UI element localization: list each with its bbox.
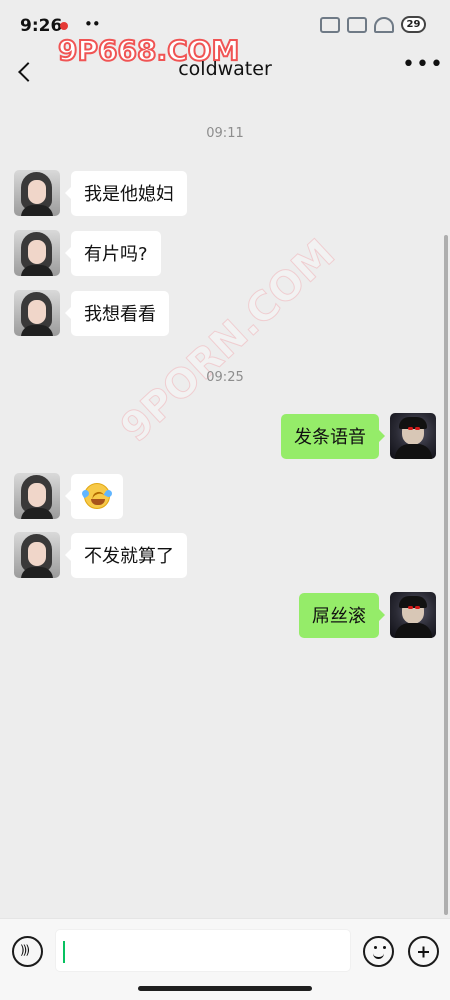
my-avatar[interactable] — [390, 413, 436, 459]
contact-avatar[interactable] — [14, 230, 60, 276]
tears-of-joy-emoji-icon — [80, 483, 114, 509]
message-row-received: 我想看看 — [14, 290, 169, 336]
message-bubble[interactable]: 不发就算了 — [65, 532, 187, 578]
message-row-received: 有片吗? — [14, 230, 161, 276]
chat-header: coldwater ••• — [0, 52, 450, 96]
contact-avatar[interactable] — [14, 290, 60, 336]
message-bubble[interactable]: 我是他媳妇 — [65, 170, 187, 216]
status-icons: 29 — [320, 16, 426, 33]
status-bar: 9:26 •• 29 — [0, 0, 450, 52]
wifi-icon — [374, 16, 394, 33]
message-bubble[interactable]: 有片吗? — [65, 230, 161, 276]
my-avatar[interactable] — [390, 592, 436, 638]
message-row-received: 我是他媳妇 — [14, 170, 187, 216]
message-bubble[interactable]: 发条语音 — [281, 413, 385, 459]
sim-icon — [347, 16, 367, 33]
signal-icon — [320, 16, 340, 33]
message-row-received — [14, 473, 123, 519]
contact-avatar[interactable] — [14, 170, 60, 216]
notification-icon — [60, 22, 68, 30]
scrollbar[interactable] — [444, 235, 448, 915]
timestamp: 09:25 — [206, 370, 244, 385]
battery-icon: 29 — [401, 16, 426, 33]
message-input[interactable] — [55, 929, 351, 972]
page-title: coldwater — [178, 58, 272, 80]
contact-avatar[interactable] — [14, 532, 60, 578]
message-bubble[interactable]: 我想看看 — [65, 290, 169, 336]
message-bubble[interactable]: 屌丝滚 — [299, 592, 385, 638]
home-indicator[interactable] — [138, 986, 312, 991]
status-time: 9:26 — [20, 16, 63, 36]
contact-avatar[interactable] — [14, 473, 60, 519]
notification-more-icon: •• — [84, 15, 101, 33]
message-row-sent: 发条语音 — [281, 413, 436, 459]
message-row-sent: 屌丝滚 — [299, 592, 436, 638]
message-row-received: 不发就算了 — [14, 532, 187, 578]
plus-button[interactable] — [408, 936, 439, 967]
timestamp: 09:11 — [206, 126, 244, 141]
voice-button[interactable] — [12, 936, 43, 967]
more-options-button[interactable]: ••• — [402, 54, 443, 86]
text-caret — [63, 941, 65, 963]
emoji-message[interactable] — [65, 473, 123, 519]
emoji-button[interactable] — [363, 936, 394, 967]
